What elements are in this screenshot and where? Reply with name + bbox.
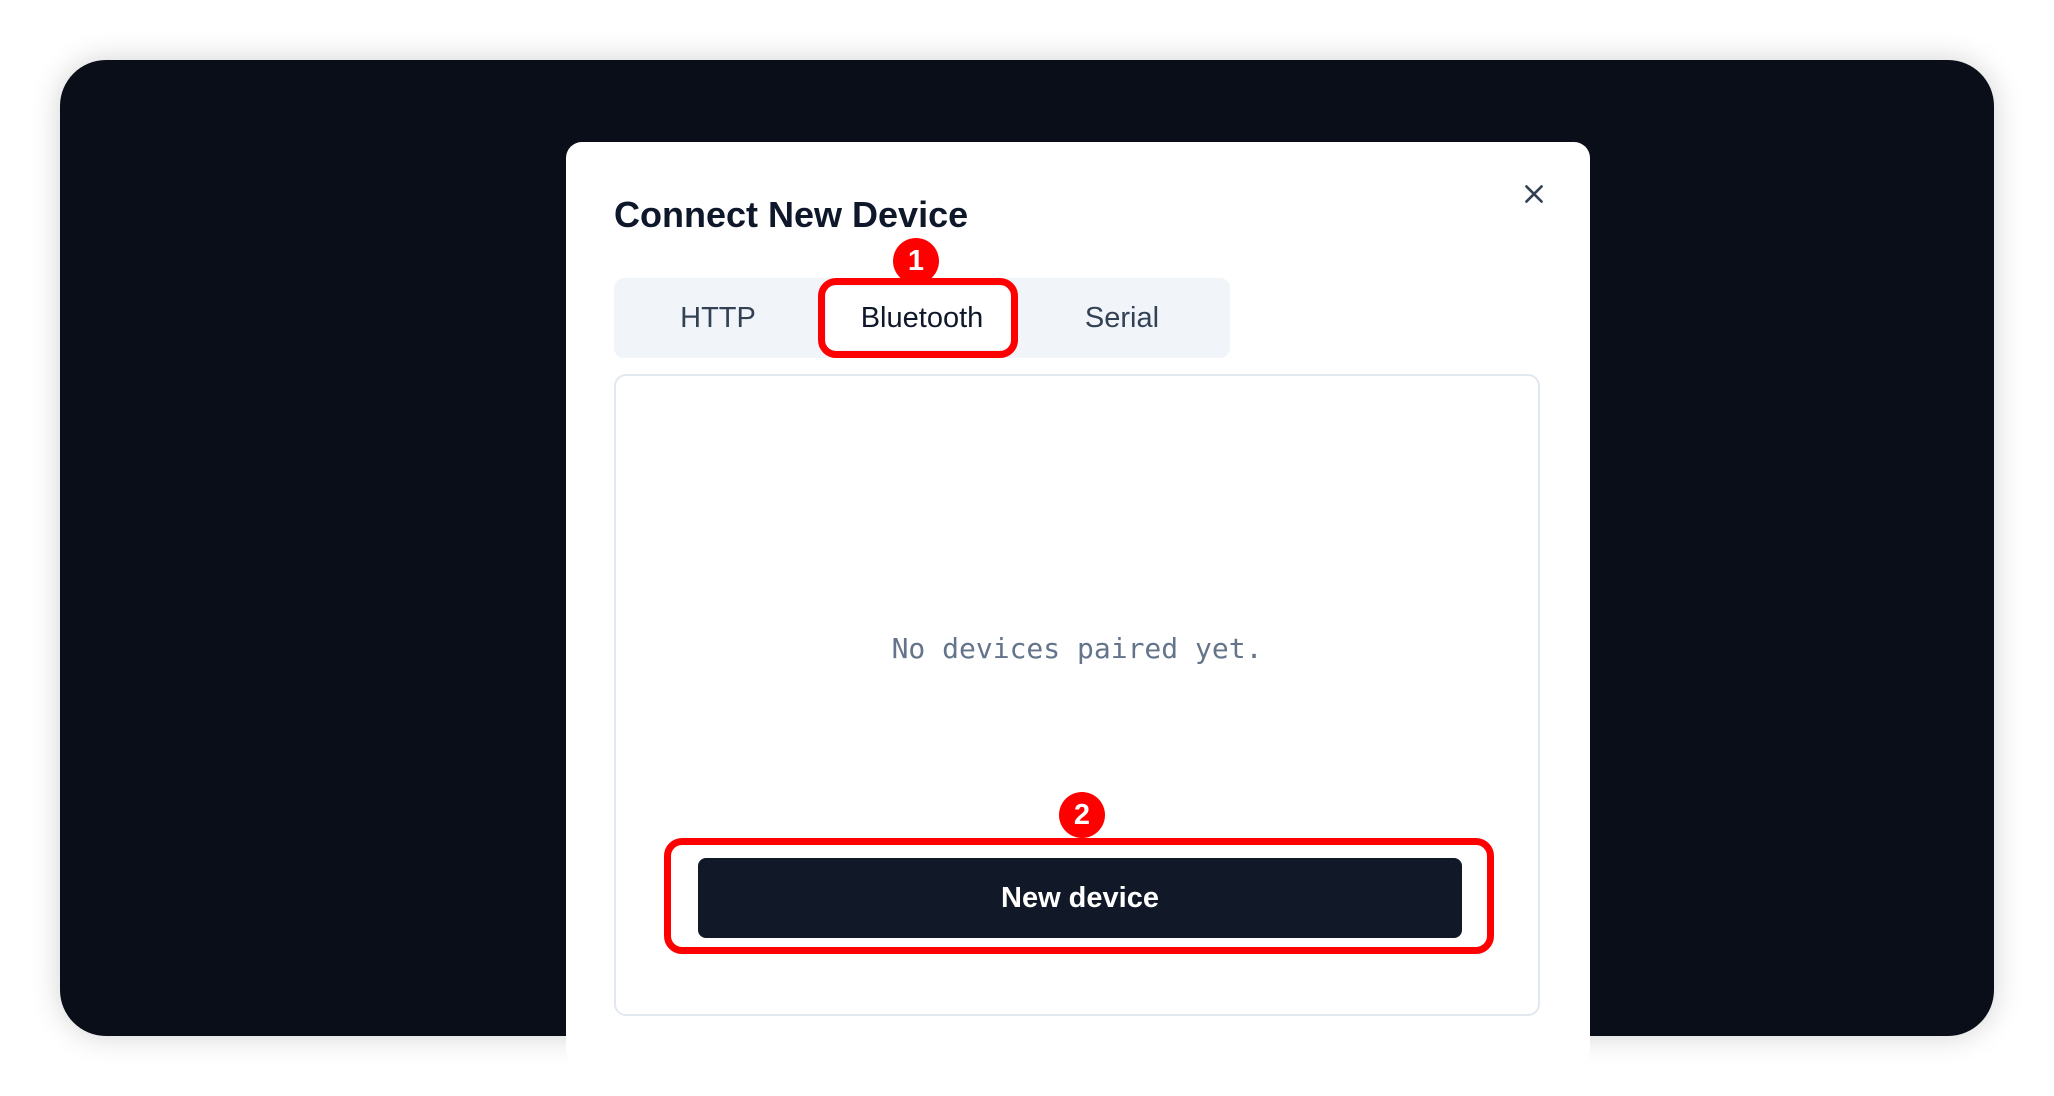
step-badge-1: 1 (893, 238, 939, 284)
dialog-title: Connect New Device (614, 194, 969, 235)
screen-backdrop: Connect New Device HTTP Bluetooth Serial… (60, 60, 1994, 1066)
close-button[interactable] (1514, 174, 1554, 214)
connect-device-dialog: Connect New Device HTTP Bluetooth Serial… (566, 142, 1590, 1066)
empty-state-message: No devices paired yet. (891, 632, 1263, 665)
tab-http[interactable]: HTTP (622, 286, 814, 350)
highlight-new-device-button (664, 838, 1494, 954)
close-icon (1525, 185, 1543, 203)
highlight-bluetooth-tab (818, 278, 1018, 358)
step-badge-2: 2 (1059, 792, 1105, 838)
tab-serial[interactable]: Serial (1026, 286, 1218, 350)
